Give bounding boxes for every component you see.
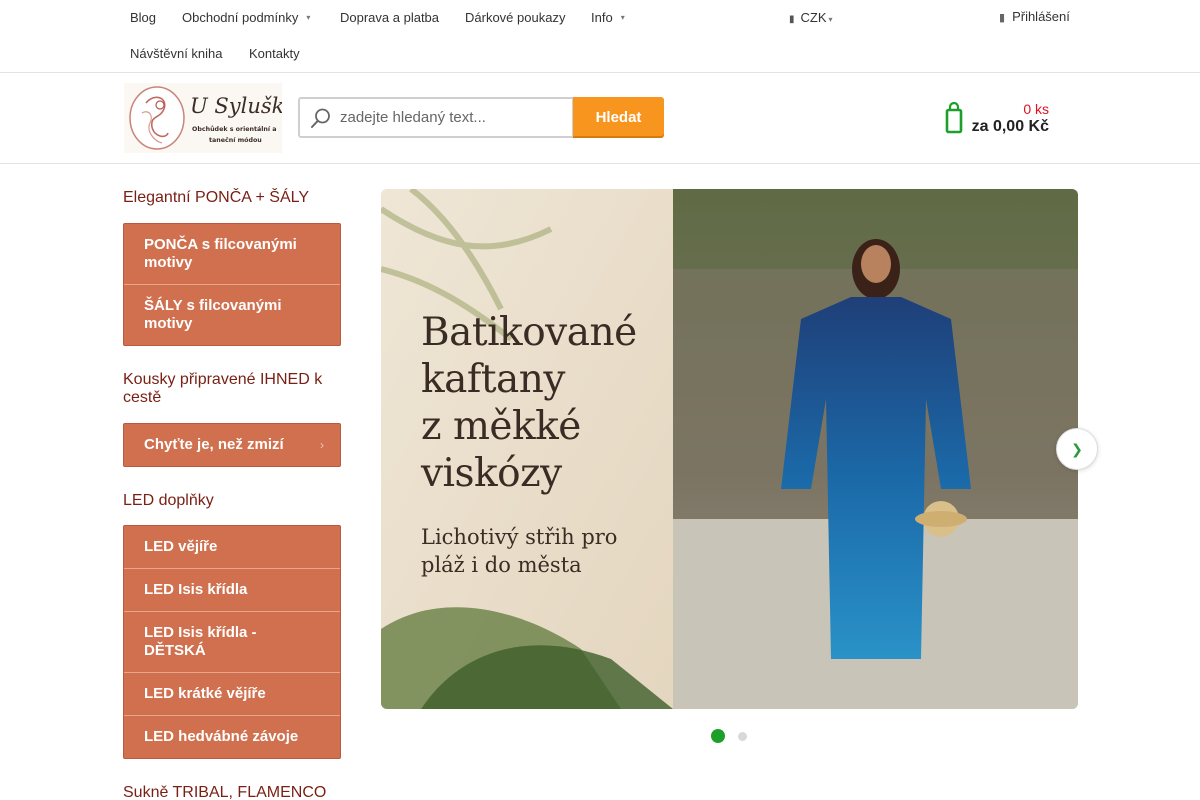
menu-item-led-kratke-vejire[interactable]: LED krátké vějíře xyxy=(124,673,340,716)
menu-item-led-isis-kridla-detska[interactable]: LED Isis křídla - DĚTSKÁ xyxy=(124,612,340,673)
nav-link-label: Návštěvní kniha xyxy=(130,46,223,61)
nav-link-navstevni-kniha[interactable]: Návštěvní kniha xyxy=(130,46,223,61)
slider-next-button[interactable]: ❯ xyxy=(1056,428,1098,470)
banner-headline-line: Batikované xyxy=(421,310,637,355)
cart-quantity: 0 ks xyxy=(1023,101,1049,117)
menu-item-ponca[interactable]: PONČA s filcovanými motivy xyxy=(124,224,340,285)
nav-link-info[interactable]: Info ▾ xyxy=(591,10,625,25)
login-label: Přihlášení xyxy=(1012,9,1070,24)
banner-headline: Batikované kaftany z měkké viskózy xyxy=(421,309,681,497)
nav-link-doprava-a-platba[interactable]: Doprava a platba xyxy=(340,10,439,25)
menu-item-label: LED hedvábné závoje xyxy=(144,728,299,745)
category-title[interactable]: Kousky připravené IHNED k cestě xyxy=(123,371,341,407)
caret-down-icon: ▾ xyxy=(620,13,625,22)
user-icon: ▮ xyxy=(999,12,1006,24)
cart-summary[interactable]: 0 ks za 0,00 Kč xyxy=(945,98,1055,143)
cart-icon xyxy=(945,102,963,134)
cart-total: za 0,00 Kč xyxy=(971,118,1049,135)
menu-item-chytte-je[interactable]: Chyťte je, než zmizí › xyxy=(124,424,340,466)
logo-tagline: taneční módou xyxy=(209,136,262,144)
slider-dot-2[interactable] xyxy=(738,732,747,741)
search-button[interactable]: Hledat xyxy=(573,97,664,138)
currency-label: CZK xyxy=(800,10,827,25)
currency-selector[interactable]: ▮ CZK ▾ xyxy=(789,10,833,25)
nav-link-label: Kontakty xyxy=(249,46,300,61)
banner-subheadline: Lichotivý střih pro pláž i do města xyxy=(421,523,681,579)
menu-item-label: LED Isis křídla - DĚTSKÁ xyxy=(144,624,257,659)
menu-item-label: ŠÁLY s filcovanými motivy xyxy=(144,297,282,332)
magnifier-icon xyxy=(311,108,330,128)
menu-item-label: LED vějíře xyxy=(144,538,218,555)
credit-card-icon: ▮ xyxy=(789,14,795,25)
category-title[interactable]: LED doplňky xyxy=(123,492,341,510)
nav-link-label: Dárkové poukazy xyxy=(465,10,566,25)
slider-pagination xyxy=(711,729,761,743)
chevron-right-icon: › xyxy=(320,438,324,452)
category-title[interactable]: Elegantní PONČA + ŠÁLY xyxy=(123,189,341,207)
category-menu: LED vějíře LED Isis křídla LED Isis kříd… xyxy=(123,525,341,759)
nav-link-label: Blog xyxy=(130,10,157,25)
nav-link-darkove-poukazy[interactable]: Dárkové poukazy xyxy=(465,10,565,25)
caret-down-icon: ▾ xyxy=(828,15,833,24)
banner-sub-line: pláž i do města xyxy=(421,553,582,577)
nav-link-label: Info xyxy=(591,10,613,25)
menu-item-saly[interactable]: ŠÁLY s filcovanými motivy xyxy=(124,285,340,345)
site-header: U Sylušky Obchůdek s orientální a tanečn… xyxy=(0,73,1200,164)
banner-headline-line: z měkké xyxy=(421,404,581,449)
slider-dot-1[interactable] xyxy=(711,729,725,743)
search-box xyxy=(298,97,574,138)
login-link[interactable]: ▮ Přihlášení xyxy=(999,9,1070,24)
caret-down-icon: ▾ xyxy=(306,13,311,22)
chevron-right-icon: ❯ xyxy=(1071,440,1083,457)
nav-link-label: Doprava a platba xyxy=(340,10,440,25)
menu-item-label: Chyťte je, než zmizí xyxy=(144,436,284,453)
nav-link-label: Obchodní podmínky xyxy=(182,10,299,25)
banner-headline-line: viskózy xyxy=(421,451,562,496)
nav-link-obchodni-podminky[interactable]: Obchodní podmínky ▾ xyxy=(182,10,310,25)
banner-sub-line: Lichotivý střih pro xyxy=(421,525,618,549)
hero-banner[interactable]: Batikované kaftany z měkké viskózy Licho… xyxy=(381,189,1078,709)
nav-link-kontakty[interactable]: Kontakty xyxy=(249,46,300,61)
category-menu: PONČA s filcovanými motivy ŠÁLY s filcov… xyxy=(123,223,341,346)
category-title[interactable]: Sukně TRIBAL, FLAMENCO xyxy=(123,784,341,800)
menu-item-label: LED krátké vějíře xyxy=(144,685,266,702)
logo-tagline: Obchůdek s orientální a xyxy=(192,124,277,133)
logo-text: U Sylušky xyxy=(190,94,282,118)
menu-item-label: LED Isis křídla xyxy=(144,581,248,598)
menu-item-led-isis-kridla[interactable]: LED Isis křídla xyxy=(124,569,340,612)
menu-item-led-hedvabne-zavoje[interactable]: LED hedvábné závoje xyxy=(124,716,340,758)
search-input[interactable] xyxy=(340,99,568,136)
category-menu: Chyťte je, než zmizí › xyxy=(123,423,341,467)
banner-headline-line: kaftany xyxy=(421,357,565,402)
logo-image: U Sylušky Obchůdek s orientální a tanečn… xyxy=(124,83,297,153)
site-logo[interactable]: U Sylušky Obchůdek s orientální a tanečn… xyxy=(124,83,297,153)
menu-item-led-vejire[interactable]: LED vějíře xyxy=(124,526,340,569)
menu-item-label: PONČA s filcovanými motivy xyxy=(144,236,297,271)
banner-text: Batikované kaftany z měkké viskózy Licho… xyxy=(421,309,681,579)
top-navigation-bar: Blog Obchodní podmínky ▾ Doprava a platba… xyxy=(0,0,1200,73)
nav-link-blog[interactable]: Blog xyxy=(130,10,156,25)
